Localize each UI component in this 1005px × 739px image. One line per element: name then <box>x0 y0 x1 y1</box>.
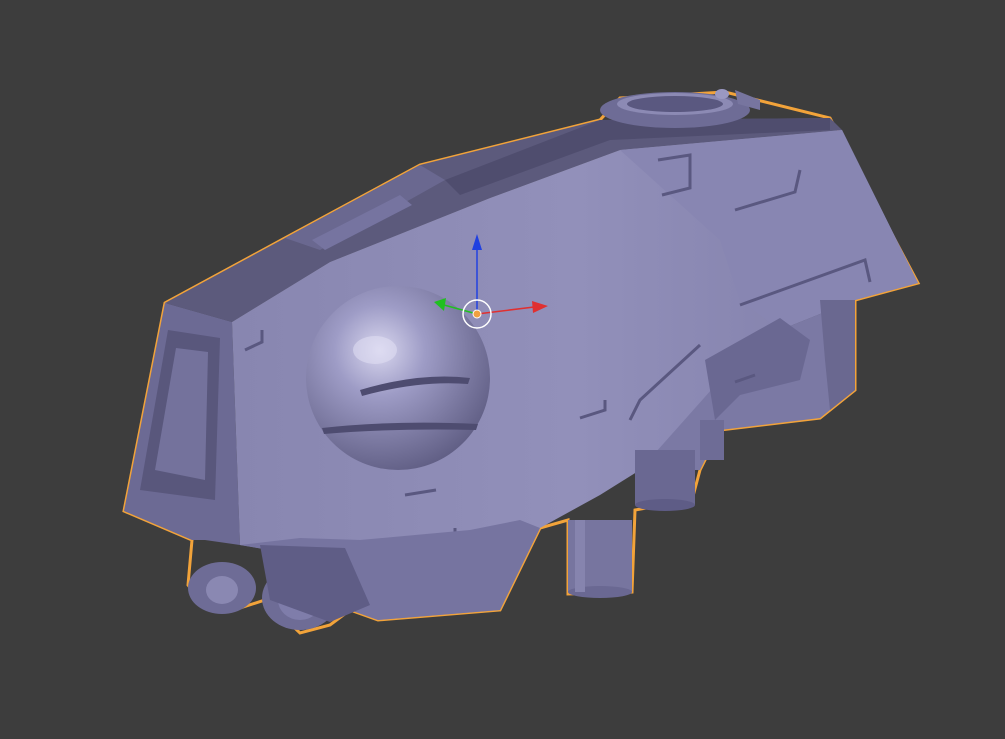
leg-cylinder-left <box>568 520 632 598</box>
3d-viewport[interactable] <box>0 0 1005 739</box>
viewport-canvas[interactable] <box>0 0 1005 739</box>
selected-mesh-object[interactable] <box>122 89 921 635</box>
object-origin-icon[interactable] <box>472 309 482 319</box>
hatch-ring-hole <box>627 96 723 112</box>
hatch-knob <box>715 89 729 99</box>
